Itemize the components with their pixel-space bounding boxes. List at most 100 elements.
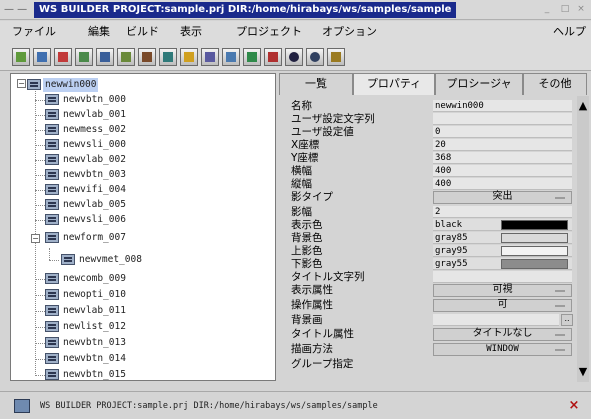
new-field-icon[interactable] xyxy=(96,48,114,66)
tree-node-label: newvlab_011 xyxy=(63,305,126,316)
tree-node[interactable]: newvbtn_000 xyxy=(45,93,195,107)
tree-node-label: newmess_002 xyxy=(63,124,126,135)
user-value-field[interactable]: 0 xyxy=(433,126,572,138)
menu-option[interactable]: オプション xyxy=(322,25,377,39)
label-node-icon xyxy=(45,154,59,165)
height-field[interactable]: 400 xyxy=(433,178,572,190)
tree-node[interactable]: newcomb_009 xyxy=(45,272,195,286)
tree-node[interactable]: newvsli_000 xyxy=(45,138,195,152)
bottom-shadow-color-swatch[interactable] xyxy=(501,259,568,269)
tree-node[interactable]: newvbtn_015 xyxy=(45,368,195,380)
background-image-field[interactable] xyxy=(433,314,559,326)
visibility-menu[interactable]: 可視 xyxy=(433,284,572,297)
tab-other[interactable]: その他 xyxy=(523,73,587,95)
new-form-icon[interactable] xyxy=(117,48,135,66)
save-icon[interactable] xyxy=(243,48,261,66)
browse-button[interactable]: .. xyxy=(561,314,573,326)
property-label: 操作属性 xyxy=(291,299,333,311)
name-field[interactable]: newwin000 xyxy=(433,100,572,112)
tab-procedure[interactable]: プロシージャ xyxy=(435,73,523,95)
property-scrollbar[interactable]: ▲ ▼ xyxy=(577,96,589,382)
property-label: 上影色 xyxy=(291,245,323,257)
tree-guide xyxy=(49,248,50,260)
tree-node[interactable]: newvlab_001 xyxy=(45,108,195,122)
property-row: タイトル属性 タイトルなし xyxy=(287,328,576,342)
menu-file[interactable]: ファイル xyxy=(12,25,56,39)
new-button-icon[interactable] xyxy=(33,48,51,66)
collapse-root-icon[interactable]: − xyxy=(17,79,26,88)
window-menu-button[interactable]: — — xyxy=(4,3,30,17)
title-attribute-menu[interactable]: タイトルなし xyxy=(433,328,572,341)
title-attribute-value: タイトルなし xyxy=(472,328,533,339)
tree-root-node[interactable]: newwin000 xyxy=(27,78,177,92)
tree-node[interactable]: newopti_010 xyxy=(45,288,195,302)
menu-help[interactable]: ヘルプ xyxy=(553,25,586,39)
menu-view[interactable]: 表示 xyxy=(180,25,202,39)
tree-guide xyxy=(35,88,36,376)
close-window-button[interactable]: × xyxy=(574,3,588,16)
button-node-icon xyxy=(45,353,59,364)
tree-node[interactable]: newvbtn_014 xyxy=(45,352,195,366)
top-shadow-color-swatch[interactable] xyxy=(501,246,568,256)
width-field[interactable]: 400 xyxy=(433,165,572,177)
tab-properties[interactable]: プロパティ xyxy=(353,73,435,95)
scroll-down-icon[interactable]: ▼ xyxy=(577,366,589,378)
background-color-swatch[interactable] xyxy=(501,233,568,243)
tree-node-label: newvlab_002 xyxy=(63,154,126,165)
property-label: グループ指定 xyxy=(291,358,354,370)
cut-icon[interactable] xyxy=(264,48,282,66)
option-menu-icon xyxy=(555,197,565,199)
menu-edit[interactable]: 編集 xyxy=(88,25,110,39)
tree-node[interactable]: newvbtn_003 xyxy=(45,168,195,182)
shadow-width-field[interactable]: 2 xyxy=(433,206,572,218)
operation-menu[interactable]: 可 xyxy=(433,299,572,312)
project-icon xyxy=(14,399,30,413)
tree-node[interactable]: newlist_012 xyxy=(45,320,195,334)
property-row: ユーザ設定文字列 xyxy=(287,113,576,125)
tree-node[interactable]: newvlab_005 xyxy=(45,198,195,212)
minimize-button[interactable]: _ xyxy=(540,3,554,16)
maximize-button[interactable]: □ xyxy=(558,3,572,16)
build-icon[interactable] xyxy=(327,48,345,66)
tree-node[interactable]: newmess_002 xyxy=(45,123,195,137)
property-row: 操作属性 可 xyxy=(287,299,576,313)
tree-node[interactable]: newvlab_011 xyxy=(45,304,195,318)
property-label: 縦幅 xyxy=(291,178,312,190)
tree-node[interactable]: newvlab_002 xyxy=(45,153,195,167)
close-icon[interactable]: × xyxy=(566,398,582,414)
new-window-icon[interactable] xyxy=(12,48,30,66)
document-icon[interactable] xyxy=(222,48,240,66)
tree-node[interactable]: newvbtn_013 xyxy=(45,336,195,350)
scroll-up-icon[interactable]: ▲ xyxy=(577,100,589,112)
window-node-icon xyxy=(27,79,41,90)
collapse-form-icon[interactable]: − xyxy=(31,234,40,243)
zoom-out-icon[interactable] xyxy=(306,48,324,66)
properties-icon[interactable] xyxy=(201,48,219,66)
button-node-icon xyxy=(45,94,59,105)
x-field[interactable]: 20 xyxy=(433,139,572,151)
y-field[interactable]: 368 xyxy=(433,152,572,164)
component-tree[interactable]: − newwin000 newvbtn_000 newvlab_001 newm… xyxy=(10,73,276,381)
tree-node[interactable]: newvifi_004 xyxy=(45,183,195,197)
title-string-field[interactable] xyxy=(433,271,572,283)
toolbar xyxy=(0,43,591,71)
button-node-icon xyxy=(45,337,59,348)
zoom-in-icon[interactable] xyxy=(285,48,303,66)
draw-method-menu[interactable]: WINDOW xyxy=(433,343,572,356)
tab-list[interactable]: 一覧 xyxy=(279,73,353,95)
tree-node[interactable]: newform_007 xyxy=(45,231,195,245)
edit-icon[interactable] xyxy=(180,48,198,66)
shadow-type-menu[interactable]: 突出 xyxy=(433,191,572,204)
new-list-icon[interactable] xyxy=(75,48,93,66)
message-node-icon xyxy=(45,124,59,135)
tree-node[interactable]: newvmet_008 xyxy=(61,253,211,267)
menu-build[interactable]: ビルド xyxy=(126,25,159,39)
tree-node-label: newlist_012 xyxy=(63,321,126,332)
user-string-field[interactable] xyxy=(433,113,572,125)
tree-node[interactable]: newvsli_006 xyxy=(45,213,195,227)
new-dialog-icon[interactable] xyxy=(159,48,177,66)
new-label-icon[interactable] xyxy=(54,48,72,66)
foreground-color-swatch[interactable] xyxy=(501,220,568,230)
new-menu-icon[interactable] xyxy=(138,48,156,66)
menu-project[interactable]: プロジェクト xyxy=(236,25,302,39)
